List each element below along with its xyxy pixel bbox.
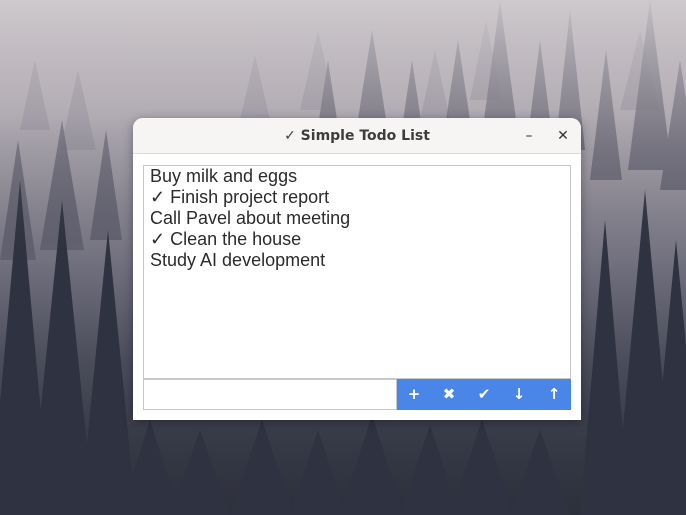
action-button-bar: + ✖ ✔ ↓ ↑ (397, 379, 571, 410)
delete-task-button[interactable]: ✖ (432, 379, 466, 410)
move-down-button[interactable]: ↓ (502, 379, 536, 410)
minimize-icon: – (525, 128, 533, 144)
new-task-input[interactable] (143, 379, 397, 410)
close-button[interactable]: ✕ (552, 125, 574, 147)
checkmark-icon: ✔ (477, 385, 491, 403)
close-icon: ✕ (557, 128, 569, 144)
todo-listbox[interactable]: Buy milk and eggs ✓ Finish project repor… (143, 165, 571, 379)
arrow-down-icon: ↓ (512, 385, 526, 403)
title-bar[interactable]: ✓ Simple Todo List – ✕ (133, 118, 581, 154)
window-title: ✓ Simple Todo List (284, 128, 430, 144)
add-task-button[interactable]: + (397, 379, 431, 410)
list-item[interactable]: ✓ Clean the house (150, 229, 301, 250)
list-item[interactable]: ✓ Finish project report (150, 187, 329, 208)
minimize-button[interactable]: – (518, 125, 540, 147)
list-item[interactable]: Call Pavel about meeting (150, 208, 350, 229)
move-up-button[interactable]: ↑ (537, 379, 571, 410)
list-item[interactable]: Study AI development (150, 250, 325, 271)
list-item[interactable]: Buy milk and eggs (150, 166, 297, 187)
x-icon: ✖ (442, 385, 456, 403)
window-content: Buy milk and eggs ✓ Finish project repor… (133, 154, 581, 420)
todo-window: ✓ Simple Todo List – ✕ Buy milk and eggs… (133, 118, 581, 420)
arrow-up-icon: ↑ (547, 385, 561, 403)
complete-task-button[interactable]: ✔ (467, 379, 501, 410)
plus-icon: + (407, 385, 421, 403)
